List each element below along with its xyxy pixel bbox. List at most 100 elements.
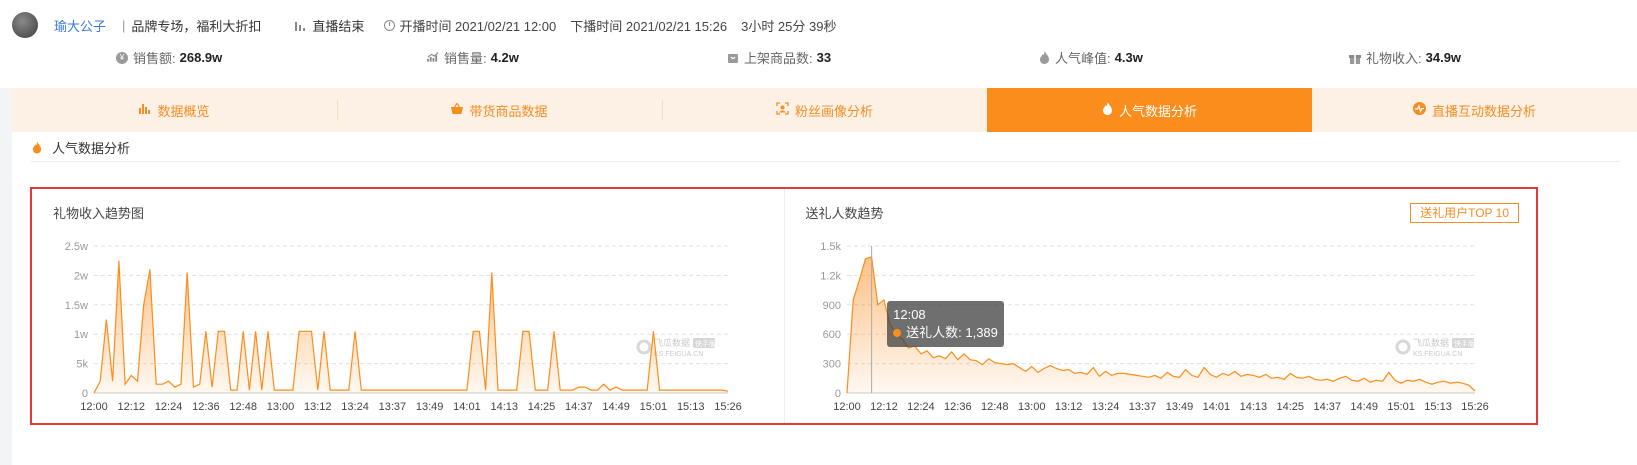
stat-label: 销售额: bbox=[133, 51, 176, 66]
x-tick-label: 12:12 bbox=[118, 401, 146, 413]
x-tick-label: 12:48 bbox=[980, 401, 1008, 413]
chart-panels-highlighted: 礼物收入趋势图 0 5k 1w 1.5w 2w 2.5w 12:00 12:12 12:24 12… bbox=[30, 187, 1538, 425]
y-tick-label: 1.2k bbox=[820, 270, 841, 282]
streamer-name[interactable]: 瑜大公子 bbox=[54, 16, 106, 35]
tab-fan-profile[interactable]: 粉丝画像分析 bbox=[662, 88, 987, 132]
y-tick-label: 1.5w bbox=[65, 300, 88, 312]
watermark: 飞瓜数据 快手版 KS.FEIGUA.CN bbox=[1395, 337, 1475, 358]
x-tick-label: 15:01 bbox=[1387, 401, 1415, 413]
x-tick-label: 14:25 bbox=[528, 401, 556, 413]
tab-data-overview[interactable]: 数据概览 bbox=[12, 88, 337, 132]
stat-label: 销售量: bbox=[444, 51, 487, 66]
watermark-url: KS.FEIGUA.CN bbox=[1413, 351, 1462, 358]
watermark-logo-icon bbox=[636, 339, 652, 355]
x-tick-label: 12:00 bbox=[833, 401, 861, 413]
tab-label: 人气数据分析 bbox=[1118, 103, 1197, 119]
y-tick-label: 1.5k bbox=[820, 241, 841, 253]
pulse-icon bbox=[1412, 102, 1426, 118]
end-time-label: 下播时间 2021/02/21 15:26 bbox=[570, 18, 728, 34]
x-tick-label: 15:13 bbox=[1424, 401, 1452, 413]
tab-product-data[interactable]: 带货商品数据 bbox=[337, 88, 662, 132]
tab-interaction-analysis[interactable]: 直播互动数据分析 bbox=[1312, 88, 1637, 132]
series-area bbox=[94, 260, 728, 393]
tab-popularity-analysis[interactable]: 人气数据分析 bbox=[987, 88, 1312, 132]
x-tick-label: 12:12 bbox=[870, 401, 898, 413]
watermark-url: KS.FEIGUA.CN bbox=[654, 351, 703, 358]
stat-sales-amount: ¥ 销售额: 268.9w bbox=[116, 48, 222, 67]
x-tick-label: 14:13 bbox=[490, 401, 518, 413]
y-tick-label: 1w bbox=[74, 329, 88, 341]
live-title: 品牌专场，福利大折扣 bbox=[131, 18, 262, 34]
x-tick-label: 14:01 bbox=[1202, 401, 1230, 413]
x-tick-label: 13:24 bbox=[1091, 401, 1119, 413]
gift-income-trend-chart[interactable]: 0 5k 1w 1.5w 2w 2.5w 12:00 12:12 12:24 12:36 12:48… bbox=[32, 189, 774, 423]
y-tick-label: 600 bbox=[822, 329, 840, 341]
x-tick-label: 15:26 bbox=[714, 401, 742, 413]
basket-icon bbox=[451, 102, 464, 117]
x-tick-label: 13:12 bbox=[304, 401, 332, 413]
watermark-brand: 飞瓜数据 bbox=[1413, 337, 1449, 348]
stat-label: 礼物收入: bbox=[1366, 51, 1422, 66]
x-tick-label: 14:25 bbox=[1276, 401, 1304, 413]
x-tick-label: 14:01 bbox=[453, 401, 481, 413]
x-tick-label: 14:49 bbox=[602, 401, 630, 413]
watermark-tag: 快手版 bbox=[695, 339, 716, 348]
stat-label: 人气峰值: bbox=[1055, 51, 1111, 66]
stat-sales-volume: 销售量: 4.2w bbox=[427, 48, 519, 67]
live-status: 直播结束 bbox=[295, 16, 364, 35]
tooltip-time: 12:08 bbox=[893, 307, 926, 322]
x-tick-label: 13:12 bbox=[1054, 401, 1082, 413]
clock-icon bbox=[384, 19, 396, 31]
tab-label: 带货商品数据 bbox=[469, 103, 548, 119]
stat-label: 上架商品数: bbox=[744, 51, 813, 66]
tab-label: 直播互动数据分析 bbox=[1431, 103, 1536, 119]
x-tick-label: 13:37 bbox=[1128, 401, 1156, 413]
y-tick-label: 300 bbox=[822, 359, 840, 371]
analysis-tabs: 数据概览 带货商品数据 粉丝画像分析 人气数据分析 直播互动数据分析 bbox=[12, 88, 1637, 132]
watermark-logo-icon bbox=[1395, 339, 1410, 355]
y-tick-label: 0 bbox=[82, 388, 88, 400]
flame-icon bbox=[1102, 102, 1113, 118]
live-summary-header: 瑜大公子 | 品牌专场，福利大折扣 直播结束 开播时间 2021/02/21 1… bbox=[0, 0, 1637, 88]
x-tick-label: 14:13 bbox=[1239, 401, 1267, 413]
x-tick-label: 14:37 bbox=[565, 401, 593, 413]
flame-icon bbox=[1038, 51, 1050, 64]
x-tick-label: 15:01 bbox=[640, 401, 668, 413]
y-tick-label: 0 bbox=[834, 388, 840, 400]
gift-icon bbox=[1349, 52, 1361, 64]
y-tick-label: 2.5w bbox=[65, 241, 88, 253]
x-tick-label: 13:49 bbox=[1165, 401, 1193, 413]
duration-label: 3小时 25分 39秒 bbox=[741, 18, 837, 34]
shop-bag-icon bbox=[727, 52, 739, 64]
x-tick-label: 14:49 bbox=[1350, 401, 1378, 413]
x-tick-label: 13:37 bbox=[379, 401, 407, 413]
start-time: 开播时间 2021/02/21 12:00 bbox=[384, 16, 556, 35]
stats-bar: ¥ 销售额: 268.9w 销售量: 4.2w 上架商品数: 33 人气峰值: … bbox=[0, 48, 1637, 70]
y-tick-label: 900 bbox=[822, 300, 840, 312]
y-tick-label: 5k bbox=[76, 359, 88, 371]
divider: | bbox=[122, 17, 126, 33]
chart-tooltip: 12:08 送礼人数: 1,389 bbox=[887, 301, 1004, 347]
avatar[interactable] bbox=[12, 12, 38, 38]
stat-value: 4.3w bbox=[1114, 50, 1143, 65]
coin-icon: ¥ bbox=[116, 51, 128, 64]
stat-value: 33 bbox=[816, 50, 832, 65]
watermark-brand: 飞瓜数据 bbox=[654, 337, 690, 348]
x-tick-label: 15:26 bbox=[1461, 401, 1489, 413]
x-tick-label: 12:24 bbox=[907, 401, 935, 413]
y-tick-label: 2w bbox=[74, 270, 88, 282]
section-title-label: 人气数据分析 bbox=[52, 140, 131, 156]
watermark: 飞瓜数据 快手版 KS.FEIGUA.CN bbox=[636, 337, 716, 358]
stat-value: 268.9w bbox=[179, 50, 223, 65]
gift-givers-panel: 送礼人数趋势 送礼用户TOP 10 0 300 600 900 1.2k 1.5k 12:0… bbox=[783, 189, 1537, 423]
x-tick-label: 15:13 bbox=[677, 401, 705, 413]
stat-gift-income: 礼物收入: 34.9w bbox=[1349, 48, 1461, 67]
stat-product-count: 上架商品数: 33 bbox=[727, 48, 831, 67]
tab-label: 数据概览 bbox=[157, 103, 210, 119]
signal-bars-icon bbox=[295, 20, 307, 31]
x-tick-label: 12:48 bbox=[229, 401, 257, 413]
flame-icon bbox=[32, 141, 42, 153]
x-tick-label: 13:00 bbox=[1017, 401, 1045, 413]
live-info-bar: 瑜大公子 | 品牌专场，福利大折扣 直播结束 开播时间 2021/02/21 1… bbox=[12, 10, 850, 40]
x-tick-label: 12:00 bbox=[80, 401, 108, 413]
